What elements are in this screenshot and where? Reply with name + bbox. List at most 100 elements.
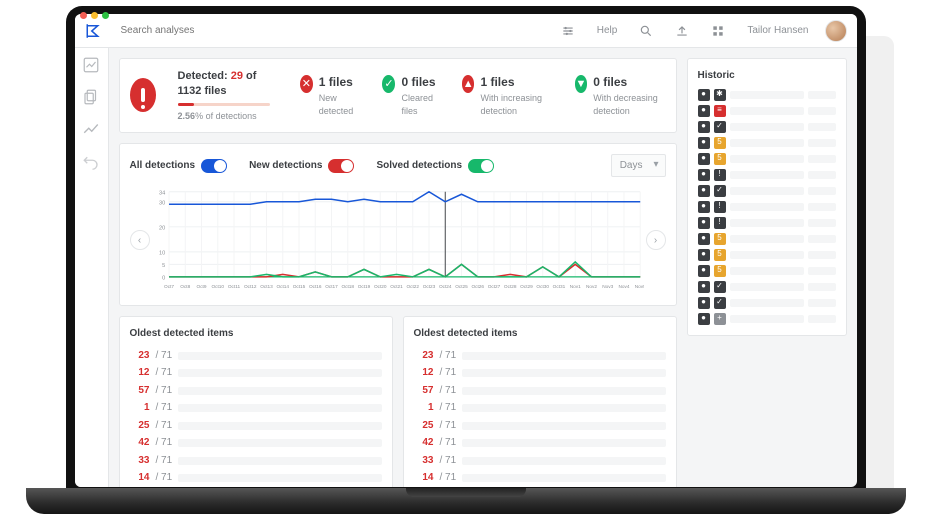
svg-text:Oct16: Oct16 (308, 285, 321, 291)
historic-row[interactable]: ● 5 (698, 265, 836, 277)
settings-icon[interactable] (555, 21, 581, 41)
historic-panel: Historic ● ✱ ● ≡ ● ✓ ● 5 ● 5 ● ! ● (687, 58, 847, 336)
historic-row[interactable]: ● 5 (698, 153, 836, 165)
topbar: Help Tailor Hansen (75, 14, 857, 48)
kpi: ✓ 0 files Cleared files (382, 74, 438, 116)
historic-row[interactable]: ● 5 (698, 249, 836, 261)
svg-text:Oct8: Oct8 (180, 285, 190, 291)
list-item[interactable]: 14/ 71 (130, 471, 382, 485)
svg-text:Oct22: Oct22 (406, 285, 419, 291)
list-item[interactable]: 57/ 71 (414, 384, 666, 398)
historic-row[interactable]: ● ! (698, 217, 836, 229)
svg-text:Oct19: Oct19 (357, 285, 370, 291)
svg-text:Oct27: Oct27 (487, 285, 500, 291)
toggle-new[interactable]: New detections (249, 159, 354, 173)
historic-row[interactable]: ● ✓ (698, 185, 836, 197)
list-item[interactable]: 25/ 71 (130, 419, 382, 433)
list-item[interactable]: 25/ 71 (414, 419, 666, 433)
grid-icon[interactable] (705, 21, 731, 41)
oldest-title: Oldest detected items (414, 327, 666, 341)
kpi-label: Cleared files (401, 92, 437, 116)
oldest-right: Oldest detected items 23/ 71 12/ 71 57/ … (403, 316, 677, 487)
nav-chart-icon[interactable] (82, 56, 100, 74)
svg-text:Oct18: Oct18 (341, 285, 354, 291)
historic-row[interactable]: ● ! (698, 169, 836, 181)
list-item[interactable]: 23/ 71 (130, 349, 382, 363)
kpi-value: 1 files (480, 74, 550, 90)
list-item[interactable]: 1/ 71 (414, 401, 666, 415)
svg-text:34: 34 (158, 191, 164, 197)
detected-headline: Detected: 29 of 1132 files 2.56% of dete… (178, 69, 278, 122)
oldest-title: Oldest detected items (130, 327, 382, 341)
help-button[interactable]: Help (591, 21, 624, 41)
svg-text:Oct31: Oct31 (552, 285, 565, 291)
svg-text:0: 0 (162, 276, 165, 282)
detections-chart: 0510203034Oct7Oct8Oct9Oct10Oct11Oct12Oct… (152, 185, 644, 295)
list-item[interactable]: 33/ 71 (414, 454, 666, 468)
historic-row[interactable]: ● ✓ (698, 281, 836, 293)
alert-icon (130, 78, 156, 112)
nav-copy-icon[interactable] (82, 88, 100, 106)
svg-text:Oct26: Oct26 (471, 285, 484, 291)
svg-text:Oct10: Oct10 (211, 285, 224, 291)
list-item[interactable]: 12/ 71 (130, 366, 382, 380)
svg-text:Oct7: Oct7 (164, 285, 174, 291)
svg-text:5: 5 (162, 264, 165, 270)
list-item[interactable]: 57/ 71 (130, 384, 382, 398)
svg-text:Oct25: Oct25 (455, 285, 468, 291)
list-item[interactable]: 14/ 71 (414, 471, 666, 485)
svg-text:Oct9: Oct9 (196, 285, 206, 291)
chart-panel: All detections New detections Solved det… (119, 143, 677, 307)
app-logo[interactable] (85, 22, 103, 40)
toggle-solved[interactable]: Solved detections (376, 159, 494, 173)
upload-icon[interactable] (669, 21, 695, 41)
historic-row[interactable]: ● 5 (698, 137, 836, 149)
nav-undo-icon[interactable] (82, 152, 100, 170)
kpi-value: 0 files (401, 74, 437, 90)
list-item[interactable]: 42/ 71 (414, 436, 666, 450)
list-item[interactable]: 42/ 71 (130, 436, 382, 450)
chart-next-button[interactable]: › (646, 230, 666, 250)
summary-panel: Detected: 29 of 1132 files 2.56% of dete… (119, 58, 677, 133)
kpi-icon: ✓ (382, 75, 395, 93)
chart-prev-button[interactable]: ‹ (130, 230, 150, 250)
historic-row[interactable]: ● ✓ (698, 297, 836, 309)
avatar[interactable] (825, 20, 847, 42)
list-item[interactable]: 12/ 71 (414, 366, 666, 380)
historic-row[interactable]: ● ✱ (698, 89, 836, 101)
kpi-icon: ✕ (300, 75, 313, 93)
kpi-icon: ▼ (575, 75, 588, 93)
nav-trend-icon[interactable] (82, 120, 100, 138)
kpi-icon: ▲ (462, 75, 475, 93)
svg-text:Oct23: Oct23 (422, 285, 435, 291)
kpi: ▲ 1 files With increasing detection (462, 74, 551, 116)
kpi-label: With decreasing detection (593, 92, 665, 116)
svg-text:Oct11: Oct11 (227, 285, 240, 291)
svg-text:Nov1: Nov1 (569, 285, 580, 291)
left-rail (75, 48, 109, 487)
svg-text:Oct20: Oct20 (373, 285, 386, 291)
svg-text:Oct24: Oct24 (438, 285, 451, 291)
svg-text:Nov3: Nov3 (602, 285, 613, 291)
list-item[interactable]: 23/ 71 (414, 349, 666, 363)
user-name[interactable]: Tailor Hansen (741, 21, 814, 41)
historic-row[interactable]: ● ✓ (698, 121, 836, 133)
historic-row[interactable]: ● ! (698, 201, 836, 213)
kpi-label: New detected (319, 92, 359, 116)
svg-text:30: 30 (158, 201, 164, 207)
svg-text:Nov4: Nov4 (618, 285, 629, 291)
historic-row[interactable]: ● ≡ (698, 105, 836, 117)
svg-text:10: 10 (158, 251, 164, 257)
search-icon[interactable] (633, 21, 659, 41)
svg-text:Oct28: Oct28 (503, 285, 516, 291)
historic-row[interactable]: ● 5 (698, 233, 836, 245)
kpi: ✕ 1 files New detected (300, 74, 359, 116)
list-item[interactable]: 33/ 71 (130, 454, 382, 468)
range-select[interactable]: Days (611, 154, 666, 178)
search-input[interactable] (113, 19, 545, 42)
svg-text:Nov5: Nov5 (634, 285, 643, 291)
svg-text:Oct29: Oct29 (520, 285, 533, 291)
historic-row[interactable]: ● + (698, 313, 836, 325)
toggle-all[interactable]: All detections (130, 159, 228, 173)
list-item[interactable]: 1/ 71 (130, 401, 382, 415)
